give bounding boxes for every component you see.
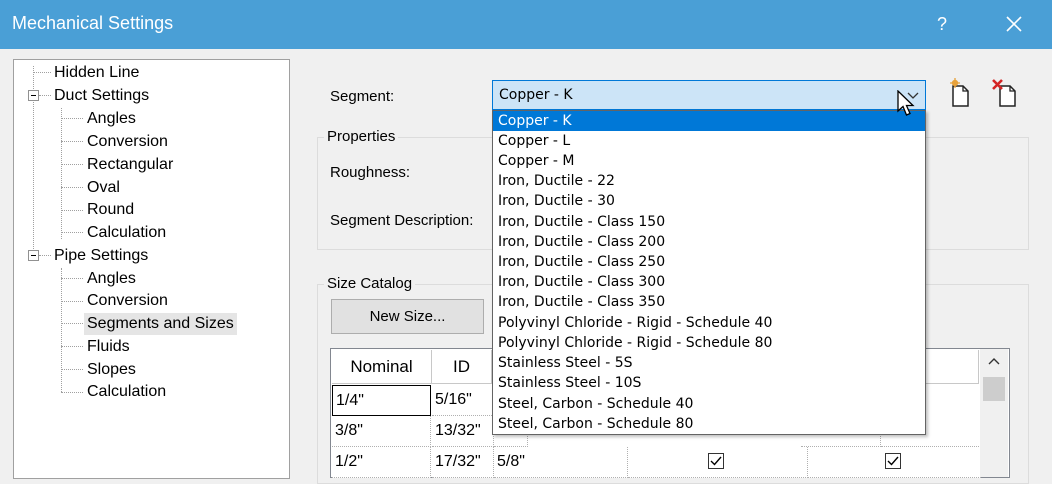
table-scrollbar[interactable] <box>980 349 1008 477</box>
collapse-icon[interactable] <box>28 90 39 101</box>
tree-item-duct-settings[interactable]: Duct Settings <box>54 85 149 107</box>
segment-dropdown-list[interactable]: Copper - K Copper - L Copper - M Iron, D… <box>492 110 926 435</box>
segment-option[interactable]: Iron, Ductile - Class 250 <box>493 252 925 272</box>
table-cell-nominal[interactable]: 3/8" <box>332 416 431 447</box>
tree-connector <box>61 323 83 324</box>
close-button[interactable] <box>996 8 1032 40</box>
title-bar: Mechanical Settings ? <box>0 0 1052 49</box>
delete-segment-button[interactable] <box>988 76 1022 110</box>
delete-document-icon <box>992 79 1016 107</box>
help-button[interactable]: ? <box>930 10 954 38</box>
tree-item-pipe-settings[interactable]: Pipe Settings <box>54 245 148 267</box>
tree-item-duct-conversion[interactable]: Conversion <box>87 131 168 153</box>
tree-connector <box>39 95 51 96</box>
tree-item-pipe-conversion[interactable]: Conversion <box>87 290 168 312</box>
properties-group-label: Properties <box>324 128 399 145</box>
size-catalog-group-label: Size Catalog <box>324 275 416 292</box>
tree-connector <box>61 118 83 119</box>
segment-dropdown[interactable]: Copper - K <box>492 80 926 110</box>
table-cell-nominal[interactable]: 1/4" <box>332 385 431 416</box>
tree-connector <box>61 369 83 370</box>
scroll-thumb[interactable] <box>983 377 1005 401</box>
tree-connector <box>33 72 51 73</box>
mouse-cursor-icon <box>897 90 915 116</box>
tree-item-duct-calculation[interactable]: Calculation <box>87 222 166 244</box>
window-title: Mechanical Settings <box>12 13 174 33</box>
tree-item-segments-and-sizes[interactable]: Segments and Sizes <box>84 313 237 335</box>
tree-connector <box>61 278 83 279</box>
tree-connector <box>61 301 83 302</box>
tree-connector <box>61 392 83 393</box>
segment-option[interactable]: Iron, Ductile - 22 <box>493 171 925 191</box>
segment-option[interactable]: Steel, Carbon - Schedule 80 <box>493 414 925 434</box>
table-cell-nominal[interactable]: 1/2" <box>332 447 431 478</box>
tree-item-fluids[interactable]: Fluids <box>87 336 130 358</box>
new-document-icon <box>950 78 969 107</box>
close-icon <box>1006 16 1022 32</box>
segment-option[interactable]: Iron, Ductile - Class 300 <box>493 272 925 292</box>
segment-option[interactable]: Copper - M <box>493 151 925 171</box>
segment-option[interactable]: Polyvinyl Chloride - Rigid - Schedule 40 <box>493 313 925 333</box>
chevron-up-icon <box>988 358 1000 365</box>
segment-option[interactable]: Steel, Carbon - Schedule 40 <box>493 394 925 414</box>
segment-option[interactable]: Iron, Ductile - Class 200 <box>493 232 925 252</box>
segment-option[interactable]: Iron, Ductile - 30 <box>493 191 925 211</box>
table-cell-id[interactable]: 5/16" <box>432 385 494 416</box>
table-cell-id[interactable]: 17/32" <box>432 447 494 478</box>
tree-connector <box>61 187 83 188</box>
segment-label: Segment: <box>330 88 395 105</box>
new-size-button[interactable]: New Size... <box>331 299 484 334</box>
collapse-icon[interactable] <box>28 250 39 261</box>
segment-description-label: Segment Description: <box>330 212 474 229</box>
column-header-id[interactable]: ID <box>432 350 492 384</box>
tree-item-hidden-line[interactable]: Hidden Line <box>54 62 139 84</box>
tree-item-round[interactable]: Round <box>87 199 134 221</box>
tree-item-oval[interactable]: Oval <box>87 177 120 199</box>
tree-item-duct-angles[interactable]: Angles <box>87 108 136 130</box>
column-header-nominal[interactable]: Nominal <box>332 350 432 384</box>
scroll-up-button[interactable] <box>980 349 1008 375</box>
checkmark-icon <box>710 456 722 466</box>
segment-option[interactable]: Polyvinyl Chloride - Rigid - Schedule 80 <box>493 333 925 353</box>
tree-connector <box>61 164 83 165</box>
segment-option[interactable]: Iron, Ductile - Class 150 <box>493 212 925 232</box>
used-in-size-lists-checkbox[interactable] <box>708 453 724 469</box>
tree-item-pipe-calculation[interactable]: Calculation <box>87 381 166 403</box>
new-segment-button[interactable] <box>943 76 977 110</box>
tree-connector <box>61 141 83 142</box>
tree-connector <box>61 108 62 239</box>
roughness-label: Roughness: <box>330 164 411 181</box>
segment-option[interactable]: Copper - K <box>493 111 925 131</box>
used-in-sizing-checkbox[interactable] <box>885 453 901 469</box>
tree-connector <box>61 232 83 233</box>
tree-connector <box>61 346 83 347</box>
tree-connector <box>61 268 62 392</box>
segment-option[interactable]: Copper - L <box>493 131 925 151</box>
tree-connector <box>39 255 51 256</box>
table-cell-od[interactable]: 5/8" <box>494 447 628 478</box>
tree-item-rectangular[interactable]: Rectangular <box>87 154 173 176</box>
tree-item-slopes[interactable]: Slopes <box>87 359 136 381</box>
table-cell-id[interactable]: 13/32" <box>432 416 494 447</box>
segment-dropdown-value: Copper - K <box>499 87 573 103</box>
settings-tree[interactable]: Hidden Line Duct Settings Angles Convers… <box>13 59 290 479</box>
segment-option[interactable]: Iron, Ductile - Class 350 <box>493 292 925 312</box>
tree-item-pipe-angles[interactable]: Angles <box>87 268 136 290</box>
checkmark-icon <box>887 456 899 466</box>
segment-option[interactable]: Stainless Steel - 10S <box>493 373 925 393</box>
tree-connector <box>61 210 83 211</box>
segment-option[interactable]: Stainless Steel - 5S <box>493 353 925 373</box>
